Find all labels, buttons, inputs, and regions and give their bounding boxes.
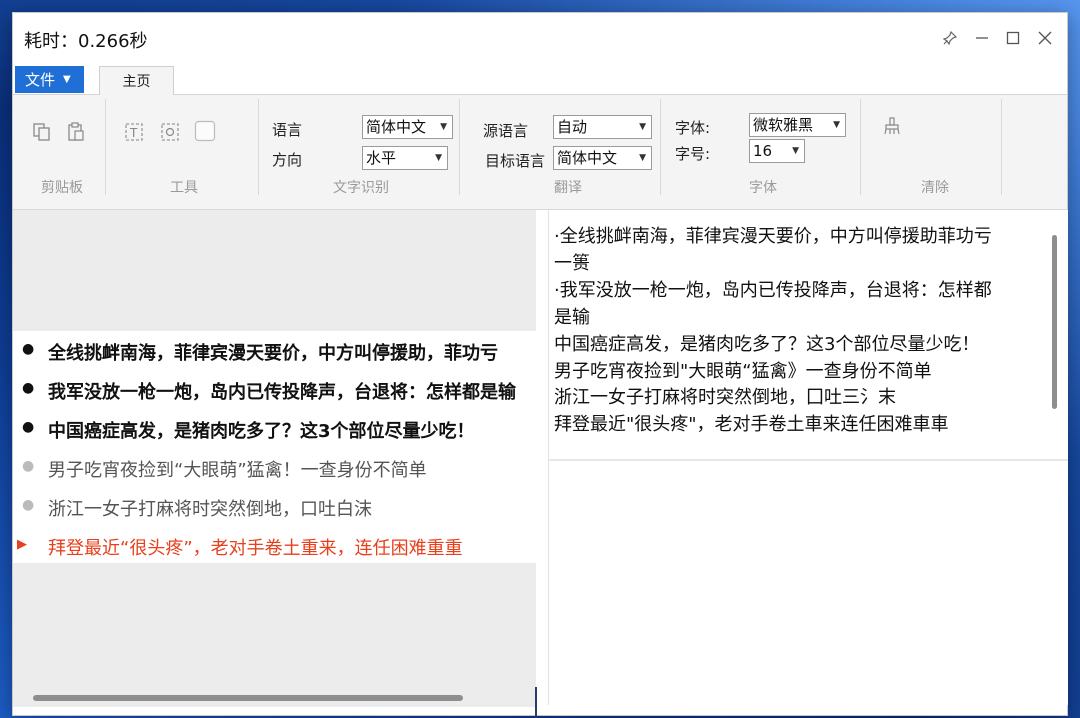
svg-text:T: T <box>129 126 138 140</box>
font-size-label: 字号: <box>675 145 711 163</box>
font-family-label: 字体: <box>675 119 711 137</box>
blank-tool-icon[interactable] <box>194 120 216 142</box>
bullet-icon: ● <box>22 497 35 513</box>
group-label-translate: 翻译 <box>554 180 582 196</box>
result-line: 浙江一女子打麻将时突然倒地，囗吐三氵末 <box>554 387 896 408</box>
list-item-text: 浙江一女子打麻将时突然倒地，口吐白沫 <box>48 499 372 520</box>
source-language-select[interactable]: 自动 ▼ <box>553 115 652 139</box>
ocr-direction-label: 方向 <box>272 151 303 169</box>
list-item-text: 我军没放一枪一炮，岛内已传投降声，台退将：怎样都是输 <box>48 382 516 403</box>
font-size-select[interactable]: 16 ▼ <box>749 139 805 163</box>
result-line: ·我军没放一枪一炮，岛内已传投降声，台退将：怎样都 <box>554 280 992 301</box>
result-pane: ·全线挑衅南海，菲律宾漫天要价，中方叫停援助菲功亏 一篑 ·我军没放一枪一炮，岛… <box>548 210 1068 705</box>
list-item[interactable]: ● 全线挑衅南海，菲律宾漫天要价，中方叫停援助，菲功亏 <box>13 331 536 370</box>
target-language-label: 目标语言 <box>485 152 546 170</box>
font-size-value: 16 <box>753 142 773 160</box>
chevron-down-icon: ▼ <box>440 122 447 132</box>
result-line: ·全线挑衅南海，菲律宾漫天要价，中方叫停援助菲功亏 <box>554 226 992 247</box>
maximize-icon[interactable] <box>1002 27 1024 49</box>
ribbon-separator <box>860 99 861 195</box>
ocr-result-text[interactable]: ·全线挑衅南海，菲律宾漫天要价，中方叫停援助菲功亏 一篑 ·我军没放一枪一炮，岛… <box>549 213 1046 455</box>
result-line: 是输 <box>554 307 590 328</box>
caret-down-icon: ▼ <box>63 74 71 85</box>
group-label-ocr: 文字识别 <box>333 180 389 196</box>
file-menu-label: 文件 <box>25 71 56 89</box>
ocr-direction-select[interactable]: 水平 ▼ <box>362 146 448 170</box>
ribbon-separator <box>660 99 661 195</box>
file-menu-button[interactable]: 文件 ▼ <box>15 66 84 93</box>
vertical-scrollbar-thumb[interactable] <box>1052 235 1057 409</box>
result-line: 一篑 <box>554 253 590 274</box>
font-family-value: 微软雅黑 <box>753 116 814 134</box>
title-bar: 耗时：0.266秒 <box>13 13 1067 65</box>
group-label-tools: 工具 <box>170 180 198 196</box>
list-item[interactable]: ● 男子吃宵夜捡到“大眼萌”猛禽！一查身份不简单 <box>13 448 536 487</box>
target-language-select[interactable]: 简体中文 ▼ <box>553 146 652 170</box>
list-item-text: 中国癌症高发，是猪肉吃多了？这3个部位尽量少吃！ <box>48 421 475 442</box>
list-item-text: 男子吃宵夜捡到“大眼萌”猛禽！一查身份不简单 <box>48 460 427 481</box>
list-item[interactable]: ● 我军没放一枪一炮，岛内已传投降声，台退将：怎样都是输 <box>13 370 536 409</box>
bullet-icon: ● <box>22 341 35 357</box>
pin-icon[interactable] <box>939 27 961 49</box>
result-divider <box>549 459 1068 461</box>
horizontal-scrollbar-thumb[interactable] <box>33 695 463 701</box>
list-item[interactable]: ● 中国癌症高发，是猪肉吃多了？这3个部位尽量少吃！ <box>13 409 536 448</box>
ribbon-separator <box>258 99 259 195</box>
group-label-clipboard: 剪贴板 <box>41 180 83 196</box>
pane-splitter[interactable] <box>535 687 537 717</box>
tab-home[interactable]: 主页 <box>99 66 174 95</box>
target-language-value: 简体中文 <box>557 149 618 167</box>
bullet-icon: ● <box>22 458 35 474</box>
source-image-pane: ● 全线挑衅南海，菲律宾漫天要价，中方叫停援助，菲功亏 ● 我军没放一枪一炮，岛… <box>13 210 536 704</box>
bullet-icon: ● <box>22 419 35 435</box>
ocr-language-label: 语言 <box>272 121 303 139</box>
screenshot-icon[interactable] <box>159 121 181 143</box>
chevron-down-icon: ▼ <box>792 146 799 156</box>
minimize-icon[interactable] <box>971 27 993 49</box>
text-recognize-icon[interactable]: T <box>123 121 145 143</box>
chevron-down-icon: ▼ <box>639 122 646 132</box>
window-title: 耗时：0.266秒 <box>24 31 148 52</box>
ribbon-separator <box>459 99 460 195</box>
ocr-language-select[interactable]: 简体中文 ▼ <box>362 115 453 139</box>
paste-icon[interactable] <box>65 121 87 143</box>
group-label-clear: 清除 <box>921 180 949 196</box>
source-language-label: 源语言 <box>483 122 529 140</box>
play-arrow-icon: ▶ <box>17 537 27 552</box>
list-item-text: 全线挑衅南海，菲律宾漫天要价，中方叫停援助，菲功亏 <box>48 343 498 364</box>
source-news-list: ● 全线挑衅南海，菲律宾漫天要价，中方叫停援助，菲功亏 ● 我军没放一枪一炮，岛… <box>13 331 536 563</box>
list-item-active[interactable]: ▶ 拜登最近“很头疼”，老对手卷土重来，连任困难重重 <box>13 526 536 563</box>
list-item-text: 拜登最近“很头疼”，老对手卷土重来，连任困难重重 <box>48 538 463 559</box>
ocr-direction-value: 水平 <box>366 149 397 167</box>
chevron-down-icon: ▼ <box>435 153 442 163</box>
result-line: 拜登最近"很头疼"，老对手卷土車来连任困难車車 <box>554 414 949 435</box>
list-item[interactable]: ● 浙江一女子打麻将时突然倒地，口吐白沫 <box>13 487 536 526</box>
source-language-value: 自动 <box>557 118 588 136</box>
ribbon: 剪贴板 T 工具 语言 简体中文 ▼ 方向 水平 ▼ 文字识别 源语言 自动 ▼… <box>13 94 1067 210</box>
result-line: 中国癌症高发，是猪肉吃多了？这3个部位尽量少吃！ <box>554 334 980 355</box>
ribbon-separator <box>105 99 106 195</box>
close-icon[interactable] <box>1034 27 1056 49</box>
font-family-select[interactable]: 微软雅黑 ▼ <box>749 113 846 137</box>
bullet-icon: ● <box>22 380 35 396</box>
ocr-language-value: 简体中文 <box>366 118 427 136</box>
ribbon-separator <box>1001 99 1002 195</box>
broom-icon[interactable] <box>881 115 903 137</box>
chevron-down-icon: ▼ <box>639 153 646 163</box>
chevron-down-icon: ▼ <box>833 120 840 130</box>
app-window: 耗时：0.266秒 文件 ▼ 主页 剪贴板 T 工具 语言 简体中文 ▼ 方向 … <box>12 12 1068 717</box>
result-line: 男子吃宵夜捡到"大眼萌“猛禽》一查身份不简单 <box>554 361 932 382</box>
copy-icon[interactable] <box>31 121 53 143</box>
group-label-font: 字体 <box>749 180 777 196</box>
